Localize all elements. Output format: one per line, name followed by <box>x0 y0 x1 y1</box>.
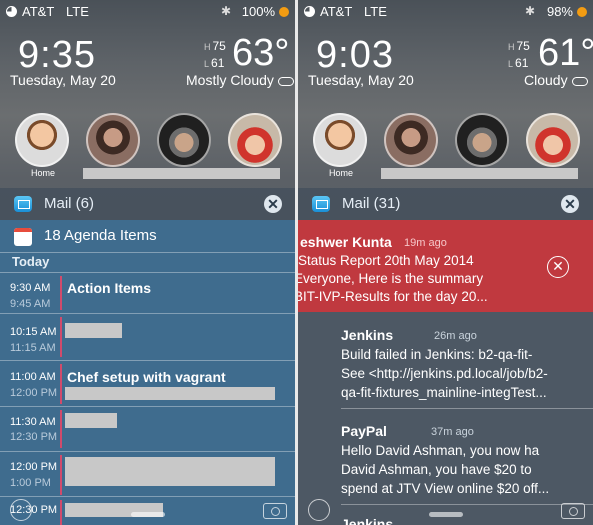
clock-time: 9:35 <box>18 34 96 76</box>
close-icon[interactable]: ✕ <box>561 195 579 213</box>
mail-sender: Jenkins <box>341 327 394 343</box>
redacted-text <box>65 387 275 400</box>
redacted-text <box>65 323 122 338</box>
left-screen: AT&T LTE ✱ 100% 9:35 Tuesday, May 20 H 75… <box>0 0 295 525</box>
bluetooth-icon: ✱ <box>524 4 535 18</box>
mail-icon <box>14 196 32 212</box>
mail-sender: eshwer Kunta <box>300 234 392 250</box>
mail-list: eshwer Kunta 19m ago Status Report 20th … <box>298 220 593 525</box>
mail-icon <box>312 196 330 212</box>
carrier-label: AT&T <box>22 4 55 19</box>
camera-icon[interactable] <box>561 503 585 519</box>
today-label: Today <box>12 254 50 269</box>
mail-item-swiped[interactable]: eshwer Kunta 19m ago Status Report 20th … <box>298 220 593 312</box>
network-label: LTE <box>364 4 387 19</box>
avatar-contact[interactable] <box>526 113 580 167</box>
clock-date: Tuesday, May 20 <box>308 72 414 88</box>
redacted-text <box>83 168 280 179</box>
signal-icon <box>304 6 315 17</box>
high-low: H 75 L 61 <box>204 39 226 70</box>
current-temp: 63° <box>232 32 290 74</box>
weather-condition: Mostly Cloudy <box>186 72 294 88</box>
mail-header[interactable]: Mail (6) ✕ <box>0 188 295 220</box>
status-bar: AT&T LTE ✱ 98% <box>304 4 587 20</box>
avatar-contact[interactable] <box>228 113 282 167</box>
grabber-handle[interactable] <box>131 512 165 517</box>
weather-condition: Cloudy <box>524 72 588 88</box>
mail-time: 26m ago <box>434 330 477 342</box>
bluetooth-icon: ✱ <box>220 4 231 18</box>
mail-time: 37m ago <box>431 426 474 438</box>
mail-count: Mail (6) <box>44 195 95 212</box>
agenda-widget: 18 Agenda Items Today 9:30 AM 9:45 AM Ac… <box>0 220 295 525</box>
high-low: H 75 L 61 <box>508 39 530 70</box>
cloud-icon <box>277 76 294 86</box>
carrier-label: AT&T <box>320 4 353 19</box>
mail-item[interactable]: PayPal 37m ago Hello David Ashman, you n… <box>298 408 593 504</box>
mail-count: Mail (31) <box>342 195 401 212</box>
avatar-home-label: Home <box>31 168 56 178</box>
high-temp: 75 <box>516 39 530 53</box>
dismiss-icon[interactable]: ✕ <box>547 256 569 278</box>
agenda-header[interactable]: 18 Agenda Items <box>0 220 295 252</box>
clock-date: Tuesday, May 20 <box>10 72 116 88</box>
low-temp: 61 <box>211 56 225 70</box>
right-screen: AT&T LTE ✱ 98% 9:03 Tuesday, May 20 H 75 … <box>298 0 593 525</box>
mail-sender: Jenkins <box>341 516 394 525</box>
compass-icon[interactable] <box>308 499 330 521</box>
low-temp: 61 <box>515 56 529 70</box>
network-label: LTE <box>66 4 89 19</box>
close-icon[interactable]: ✕ <box>264 195 282 213</box>
redacted-text <box>381 168 578 179</box>
redacted-text <box>65 457 275 486</box>
status-bar: AT&T LTE ✱ 100% <box>6 4 289 20</box>
event-title: Chef setup with vagrant <box>67 369 226 385</box>
camera-icon[interactable] <box>263 503 287 519</box>
clock-time: 9:03 <box>316 34 394 76</box>
avatar-contact[interactable] <box>455 113 509 167</box>
compass-icon[interactable] <box>10 499 32 521</box>
battery-percent: 100% <box>241 4 275 19</box>
redacted-text <box>65 413 117 428</box>
mail-sender: PayPal <box>341 423 387 439</box>
agenda-title: 18 Agenda Items <box>44 227 157 244</box>
current-temp: 61° <box>538 32 593 74</box>
avatar-home[interactable] <box>313 113 367 167</box>
grabber-handle[interactable] <box>429 512 463 517</box>
event-title: Action Items <box>67 280 152 296</box>
battery-icon <box>279 7 289 17</box>
avatar-home-label: Home <box>329 168 354 178</box>
battery-percent: 98% <box>546 4 573 19</box>
calendar-icon <box>14 228 32 246</box>
avatar-contact[interactable] <box>86 113 140 167</box>
mail-time: 19m ago <box>404 237 447 249</box>
high-temp: 75 <box>212 39 226 53</box>
avatar-contact[interactable] <box>384 113 438 167</box>
mail-header[interactable]: Mail (31) ✕ <box>298 188 593 220</box>
cloud-icon <box>571 76 588 86</box>
battery-icon <box>577 7 587 17</box>
mail-item[interactable]: Jenkins 26m ago Build failed in Jenkins:… <box>298 312 593 408</box>
signal-icon <box>6 6 17 17</box>
avatar-home[interactable] <box>15 113 69 167</box>
avatar-contact[interactable] <box>157 113 211 167</box>
